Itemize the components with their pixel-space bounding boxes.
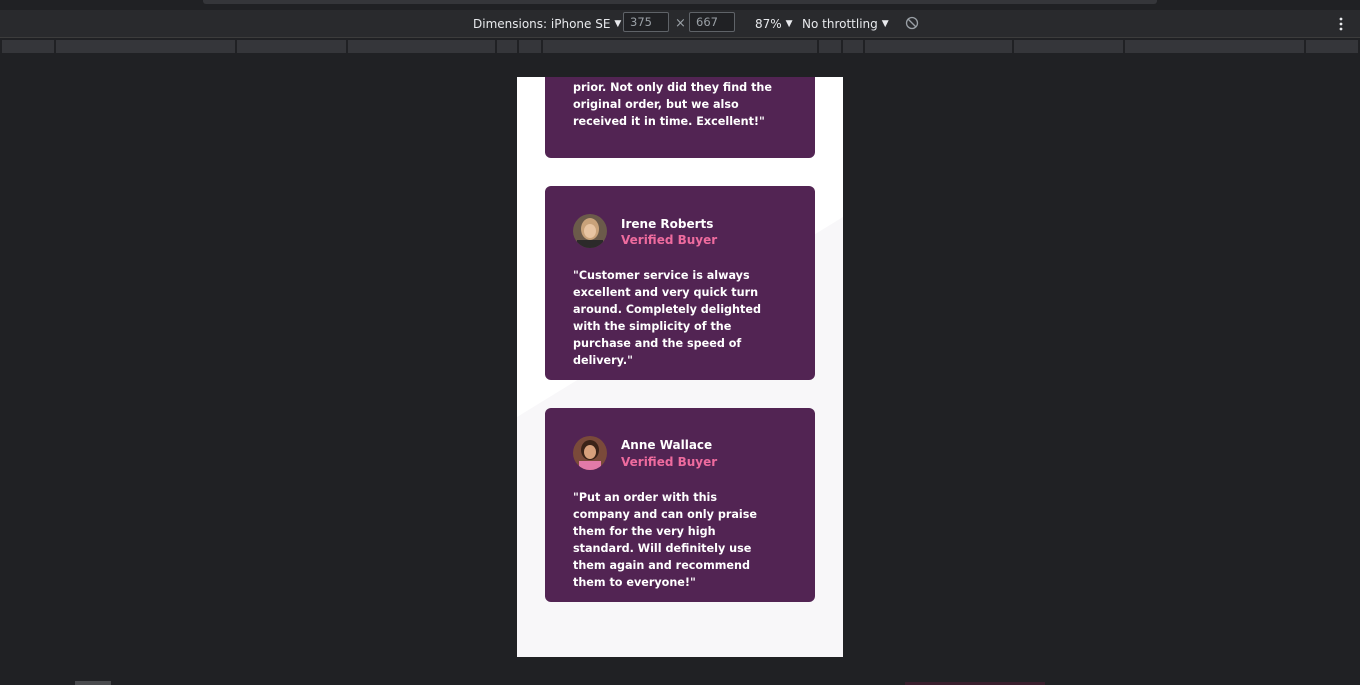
reviewer-name: Anne Wallace [621,438,713,452]
width-input[interactable]: 375 [623,12,669,32]
media-query-segment[interactable] [865,40,1012,53]
caret-down-icon: ▼ [614,18,622,29]
testimonial-card: Anne Wallace Verified Buyer "Put an orde… [545,408,815,602]
caret-down-icon: ▼ [785,18,793,29]
reviewer-role: Verified Buyer [621,233,718,247]
media-query-segment[interactable] [237,40,346,53]
device-toolbar: Dimensions: iPhone SE ▼ 375 × 667 87% ▼ … [0,10,1360,38]
testimonial-card: Irene Roberts Verified Buyer "Customer s… [545,186,815,380]
media-query-segment[interactable] [56,40,235,53]
top-scrollbar[interactable] [203,0,1157,4]
bottom-strip [0,680,1360,685]
media-query-segment[interactable] [2,40,54,53]
dimension-separator: × [675,16,686,31]
media-query-segment[interactable] [519,40,541,53]
reviewer-role: Verified Buyer [621,455,718,469]
throttling-select[interactable]: No throttling ▼ [802,10,889,37]
more-vertical-icon[interactable] [1336,16,1346,32]
media-query-segment[interactable] [1125,40,1304,53]
avatar [573,214,607,248]
media-query-segment[interactable] [1306,40,1358,53]
media-query-segment[interactable] [543,40,817,53]
reviewer-name: Irene Roberts [621,217,714,231]
bottom-scrollbar[interactable] [75,681,111,685]
top-strip [0,0,1360,10]
rotate-icon[interactable] [905,16,919,30]
zoom-label: 87% [755,16,782,31]
testimonial-card: prior. Not only did they find the origin… [545,77,815,158]
device-viewport: prior. Not only did they find the origin… [517,77,843,657]
media-query-bar [0,38,1360,55]
media-query-segment[interactable] [843,40,863,53]
height-input[interactable]: 667 [689,12,735,32]
media-query-segment[interactable] [348,40,495,53]
device-label: Dimensions: iPhone SE [473,16,611,31]
throttling-label: No throttling [802,16,878,31]
media-query-segment[interactable] [1014,40,1123,53]
zoom-select[interactable]: 87% ▼ [755,10,793,37]
testimonial-quote: "Customer service is always excellent an… [573,269,761,367]
device-select[interactable]: Dimensions: iPhone SE ▼ [473,10,621,37]
caret-down-icon: ▼ [881,18,889,29]
media-query-segment[interactable] [497,40,517,53]
avatar [573,436,607,470]
media-query-segment[interactable] [819,40,841,53]
testimonial-quote: prior. Not only did they find the origin… [573,81,772,128]
testimonial-quote: "Put an order with this company and can … [573,491,757,589]
